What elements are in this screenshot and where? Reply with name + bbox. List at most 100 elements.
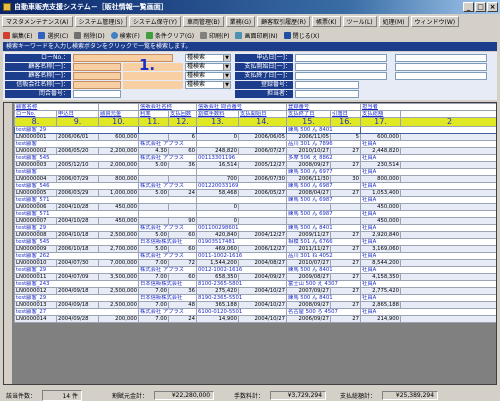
menu-history[interactable]: 顧客取引履歴(R)	[257, 16, 310, 27]
staff-input[interactable]	[295, 90, 359, 98]
screen-print-button[interactable]: 画面印刷(N)	[235, 31, 278, 40]
table-row-detail[interactable]: LN0000011 2004/07/09 3,500,000 7.00 60 658,35…	[14, 273, 496, 281]
print-button[interactable]: 印刷(P)	[200, 31, 229, 40]
shinpan-name-cell	[138, 168, 198, 176]
maximize-button[interactable]: □	[475, 2, 486, 12]
delete-button[interactable]: 削除(D)	[74, 31, 105, 40]
staff-cell: 社員A	[360, 266, 496, 274]
table-row-detail[interactable]: LN0000007 2004/10/28 450,000 90 0 450,000	[14, 217, 496, 225]
annotation-badge-2: 2	[400, 117, 496, 127]
lono-label: ローNo.：	[5, 54, 71, 62]
reg-no-cell: 品川 301 ね 4052	[286, 252, 362, 260]
table-row[interactable]: test顧客_27 株式会社 アプラス 6100-0120-5501 名古屋 500 …	[13, 308, 496, 316]
table-row[interactable]: test顧客 練馬 500 ん 6977 社員A	[13, 168, 496, 176]
pay-end-from[interactable]	[295, 72, 387, 80]
pay-start-to[interactable]	[395, 63, 487, 71]
row-selector-column[interactable]	[4, 103, 13, 384]
table-row-detail[interactable]: LN0000010 2004/07/30 7,000,000 7.00 72 1,544,…	[14, 259, 496, 267]
shinpan-name-box[interactable]	[123, 81, 183, 89]
table-row[interactable]: test顧客_546 株式会社 アプラス 001220033169 練馬 500 ん …	[13, 182, 496, 190]
detail-cell-1: 2004/07/09	[55, 273, 100, 281]
clear-conditions-button[interactable]: 条件クリア(G)	[145, 31, 194, 40]
menu-system-admin[interactable]: システム管理(S)	[74, 16, 127, 27]
detail-cell-4	[168, 203, 198, 211]
table-row[interactable]: test顧客_545 株式会社 アプラス 00113301196 多摩 506 え 8…	[13, 154, 496, 162]
principal-value: ¥22,280,000	[154, 390, 215, 400]
table-row-detail[interactable]: LN0000005 2006/03/29 1,000,000 5.00 24 58,468…	[14, 189, 496, 197]
table-row[interactable]: test顧客_29 株式会社 アプラス 0012-1002-1616 練馬 500 ん…	[13, 266, 496, 274]
col-header-regno: 登録番号	[286, 103, 362, 111]
detail-cell-7: 2008/09/27	[286, 301, 332, 309]
table-row[interactable]: test顧客_571 練馬 500 ん 6987 社員A	[13, 196, 496, 204]
customer-name-cell: test顧客_262	[13, 252, 140, 260]
table-row-detail[interactable]: LN0000004 2006/07/29 800,000 700 2006/07/30 2…	[14, 175, 496, 183]
menu-business[interactable]: 業務(G)	[225, 16, 256, 27]
edit-button[interactable]: 編集(E)	[3, 31, 32, 40]
column-number-3: 11.	[138, 117, 170, 127]
inquiry-no-input[interactable]	[73, 90, 121, 98]
detail-pad	[400, 175, 496, 183]
table-row[interactable]: test顧客 株式会社 アプラス 品川 301 ん 7896 社員A	[13, 140, 496, 148]
table-row-detail[interactable]: LN0000009 2006/10/18 2,700,000 5.00 60 469,06…	[14, 245, 496, 253]
customer-name-input[interactable]	[73, 63, 121, 71]
detail-cell-2: 450,000	[98, 217, 140, 225]
match-option-2[interactable]: 種検索 ▼	[185, 63, 231, 71]
table-row-detail[interactable]: LN0000014 2004/09/28 200,000 7.00 24 14,900 20…	[14, 315, 496, 323]
detail-cell-3	[138, 133, 170, 141]
table-row-detail[interactable]: LN0000012 2004/09/18 2,500,000 7.00 36 275,42…	[14, 287, 496, 295]
table-row[interactable]: test顧客_29 株式会社 アプラス 001100298601 練馬 500 ん 8…	[13, 224, 496, 232]
detail-cell-9: 600,000	[360, 133, 402, 141]
table-row[interactable]: test顧客_571 練馬 500 ん 6987 社員A	[13, 210, 496, 218]
detail-cell-9: 3,169,060	[360, 245, 402, 253]
select-button[interactable]: 選択(C)	[38, 31, 68, 40]
table-row[interactable]: test顧客_29 練馬 500 ん 8401	[13, 126, 496, 134]
menu-report[interactable]: 帳票(K)	[312, 16, 341, 27]
minimize-button[interactable]: _	[463, 2, 474, 12]
close-button[interactable]: 閉じる(X)	[283, 31, 319, 40]
search-icon	[110, 31, 118, 39]
table-row[interactable]: test顧客_545 日本信販株式会社 01903517481 相模 501 ん 67…	[13, 238, 496, 246]
menu-tools[interactable]: ツール(L)	[342, 16, 377, 27]
reg-no-input[interactable]	[295, 81, 359, 89]
detail-cell-8: 27	[330, 315, 362, 323]
lono-input[interactable]	[73, 54, 173, 62]
table-row-detail[interactable]: LN0000013 2004/09/18 2,500,000 7.00 48 365,18…	[14, 301, 496, 309]
detail-cell-7: 2010/07/27	[286, 259, 332, 267]
table-row[interactable]: test顧客_243 日本信販株式会社 8100-2365-5801 富士山 500 …	[13, 280, 496, 288]
customer-name-label: 顧客名称[一]：	[5, 63, 71, 71]
menu-window[interactable]: ウィンドウ(W)	[410, 16, 460, 27]
detail-cell-7: 2008/04/27	[286, 189, 332, 197]
staff-cell: 社員A	[360, 224, 496, 232]
match-option-1[interactable]: 種検索 ▼	[185, 54, 231, 62]
close-window-button[interactable]: ×	[487, 2, 498, 12]
detail-cell-7: 2008/09/27	[286, 161, 332, 169]
detail-pad	[400, 217, 496, 225]
customer-name2-input[interactable]	[73, 72, 121, 80]
search-button[interactable]: 検索(F)	[110, 31, 140, 40]
match-option-4[interactable]: 種検索 ▼	[185, 81, 231, 89]
pay-end-to[interactable]	[395, 72, 487, 80]
table-row-detail[interactable]: LN0000006 2004/10/28 450,000 0 450,000	[14, 203, 496, 211]
detail-cell-6: 2006/06/05	[238, 133, 288, 141]
table-row-detail[interactable]: LN0000008 2004/10/18 2,500,000 5.00 60 420,84…	[14, 231, 496, 239]
table-row[interactable]: test顧客_262 株式会社 アプラス 0011-1002-1616 品川 301 …	[13, 252, 496, 260]
menu-system-maint[interactable]: システム保守(Y)	[128, 16, 181, 27]
apply-date-from[interactable]	[295, 54, 387, 62]
pay-start-from[interactable]	[295, 63, 387, 71]
detail-cell-5: 14,900	[196, 315, 240, 323]
shinpan-name-input[interactable]	[73, 81, 121, 89]
grid-header-2: ローNo. 申込日 融資元金 利率 支払回数 割賦手数料 支払開始日 支払終了日 引落日 支払総額	[14, 110, 496, 118]
menu-process[interactable]: 処理(M)	[378, 16, 409, 27]
table-row-detail[interactable]: LN0000001 2006/06/01 600,000 6 0 2006/06/05 20…	[14, 133, 496, 141]
table-row-detail[interactable]: LN0000003 2005/12/10 2,000,000 5.00 36 16,514…	[14, 161, 496, 169]
staff-cell	[360, 126, 496, 134]
apply-date-to[interactable]	[395, 54, 487, 62]
match-option-3[interactable]: 種検索 ▼	[185, 72, 231, 80]
table-row[interactable]: test顧客_29 日本信販株式会社 8190-2365-5501 練馬 500 ん …	[13, 294, 496, 302]
detail-cell-7: 2006/11/05	[286, 133, 332, 141]
detail-cell-9: 8,544,200	[360, 259, 402, 267]
menu-master[interactable]: マスタメンテナンス(A)	[2, 16, 73, 27]
table-row-detail[interactable]: LN0000002 2006/05/20 2,200,000 4.30 60 248,82…	[14, 147, 496, 155]
menu-vehicle[interactable]: 車両管理(B)	[182, 16, 224, 27]
monitor-icon	[235, 31, 243, 39]
